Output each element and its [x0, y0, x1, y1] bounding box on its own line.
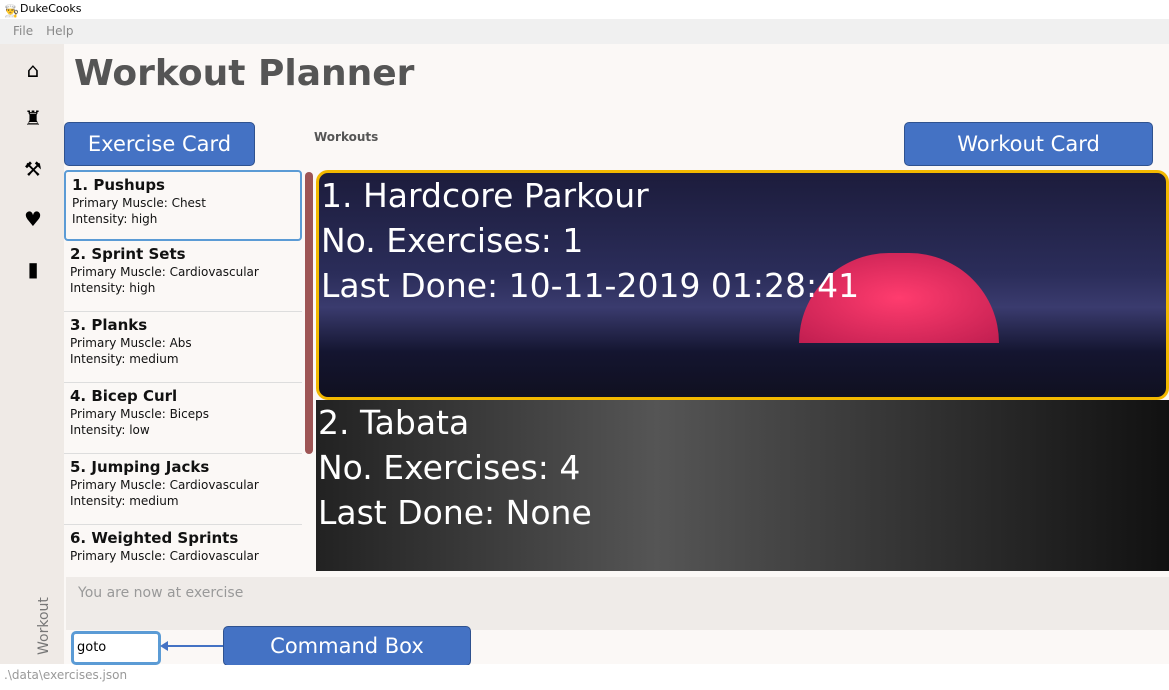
exercise-muscle: Primary Muscle: Cardiovascular	[70, 478, 259, 492]
exercise-name: 1. Pushups	[72, 176, 165, 194]
home-icon[interactable]: ⌂	[20, 58, 46, 84]
status-bar: .\data\exercises.json	[0, 665, 1169, 687]
workout-last-done: Last Done: 10-11-2019 01:28:41	[321, 266, 860, 305]
exercise-name: 4. Bicep Curl	[70, 387, 178, 405]
result-display: You are now at exercise	[66, 577, 1169, 630]
dumbbell-icon[interactable]: ⚒	[20, 157, 46, 183]
workout-last-done: Last Done: None	[318, 493, 592, 532]
workout-card[interactable]: 1. Hardcore Parkour No. Exercises: 1 Last …	[316, 170, 1169, 400]
exercise-name: 5. Jumping Jacks	[70, 458, 210, 476]
exercise-card[interactable]: 2. Sprint Sets Primary Muscle: Cardiovasc…	[64, 241, 302, 312]
sidebar: ⌂ ♜ ⚒ ♥ ▮	[0, 44, 64, 664]
workout-count: No. Exercises: 4	[318, 448, 581, 487]
page-title: Workout Planner	[74, 53, 415, 94]
workout-name: 2. Tabata	[318, 403, 470, 442]
exercise-muscle: Primary Muscle: Cardiovascular	[70, 265, 259, 279]
current-section-label: Workout	[36, 597, 52, 655]
annotation-arrow	[160, 641, 224, 651]
workout-card[interactable]: 2. Tabata No. Exercises: 4 Last Done: None	[316, 400, 1169, 571]
exercise-card[interactable]: 1. Pushups Primary Muscle: Chest Intensity…	[64, 170, 302, 241]
app-logo-icon: 👨‍🍳	[4, 4, 19, 18]
command-box-annotation: Command Box	[223, 626, 471, 666]
title-bar: 👨‍🍳 DukeCooks	[0, 0, 1169, 19]
exercise-intensity: Intensity: medium	[70, 494, 179, 508]
exercise-muscle: Primary Muscle: Abs	[70, 336, 192, 350]
exercise-muscle: Primary Muscle: Cardiovascular	[70, 549, 259, 563]
exercise-list-scrollbar[interactable]	[305, 172, 313, 454]
workouts-label: Workouts	[314, 130, 379, 144]
menu-help[interactable]: Help	[46, 24, 73, 38]
workout-card-annotation: Workout Card	[904, 122, 1153, 166]
window-title: DukeCooks	[20, 2, 82, 15]
menu-bar: File Help	[0, 19, 1169, 44]
exercise-name: 3. Planks	[70, 316, 148, 334]
exercise-list: 1. Pushups Primary Muscle: Chest Intensity…	[64, 170, 302, 572]
exercise-intensity: Intensity: high	[72, 212, 158, 226]
exercise-card-annotation: Exercise Card	[64, 122, 255, 166]
exercise-card[interactable]: 6. Weighted Sprints Primary Muscle: Cardi…	[64, 525, 302, 572]
chef-hat-icon[interactable]: ♜	[20, 106, 46, 132]
exercise-intensity: Intensity: low	[70, 423, 150, 437]
menu-file[interactable]: File	[13, 24, 33, 38]
heartbeat-icon[interactable]: ♥	[20, 207, 46, 233]
exercise-card[interactable]: 3. Planks Primary Muscle: Abs Intensity: m…	[64, 312, 302, 383]
workout-count: No. Exercises: 1	[321, 221, 584, 260]
exercise-intensity: Intensity: high	[70, 281, 156, 295]
exercise-muscle: Primary Muscle: Biceps	[70, 407, 209, 421]
workout-name: 1. Hardcore Parkour	[321, 176, 649, 215]
command-input[interactable]: goto exercise	[71, 631, 161, 683]
exercise-name: 2. Sprint Sets	[70, 245, 186, 263]
exercise-intensity: Intensity: medium	[70, 352, 179, 366]
book-icon[interactable]: ▮	[20, 257, 46, 283]
exercise-card[interactable]: 5. Jumping Jacks Primary Muscle: Cardiova…	[64, 454, 302, 525]
exercise-card[interactable]: 4. Bicep Curl Primary Muscle: Biceps Inten…	[64, 383, 302, 454]
exercise-name: 6. Weighted Sprints	[70, 529, 239, 547]
exercise-muscle: Primary Muscle: Chest	[72, 196, 206, 210]
